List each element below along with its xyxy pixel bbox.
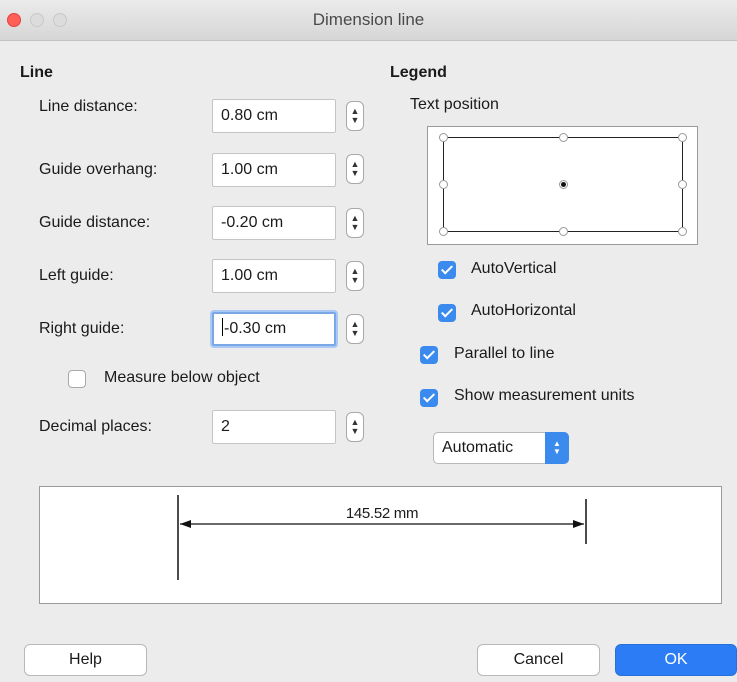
- guide-overhang-label: Guide overhang:: [39, 161, 158, 178]
- parallel-to-line-checkbox[interactable]: [420, 346, 438, 364]
- position-top-right-radio[interactable]: [678, 133, 687, 142]
- measurement-unit-select[interactable]: Automatic ▲ ▼: [433, 432, 569, 464]
- stepper-down-icon: ▼: [350, 328, 360, 338]
- stepper-down-icon: ▼: [350, 426, 360, 436]
- auto-vertical-label: AutoVertical: [471, 260, 557, 277]
- show-units-label: Show measurement units: [454, 387, 635, 404]
- text-position-selector: [427, 126, 698, 245]
- right-guide-label: Right guide:: [39, 320, 125, 337]
- measurement-unit-value: Automatic: [442, 439, 514, 456]
- guide-distance-label: Guide distance:: [39, 214, 151, 231]
- ok-button[interactable]: OK: [615, 644, 737, 676]
- guide-overhang-stepper[interactable]: ▲ ▼: [346, 154, 364, 184]
- left-guide-label: Left guide:: [39, 267, 114, 284]
- position-top-left-radio[interactable]: [439, 133, 448, 142]
- stepper-down-icon: ▼: [350, 222, 360, 232]
- legend-section-heading: Legend: [390, 64, 447, 81]
- right-guide-value: -0.30 cm: [224, 320, 287, 337]
- preview-measurement-text: 145.52 mm: [345, 505, 419, 522]
- position-bottom-center-radio[interactable]: [559, 227, 568, 236]
- text-position-label: Text position: [410, 96, 499, 113]
- position-middle-left-radio[interactable]: [439, 180, 448, 189]
- help-button[interactable]: Help: [24, 644, 147, 676]
- decimal-places-field[interactable]: 2: [212, 410, 336, 444]
- position-bottom-right-radio[interactable]: [678, 227, 687, 236]
- decimal-places-stepper[interactable]: ▲ ▼: [346, 412, 364, 442]
- auto-vertical-checkbox[interactable]: [438, 261, 456, 279]
- dimension-preview: 145.52 mm: [39, 486, 722, 604]
- line-distance-field[interactable]: 0.80 cm: [212, 99, 336, 133]
- guide-overhang-field[interactable]: 1.00 cm: [212, 153, 336, 187]
- auto-horizontal-label: AutoHorizontal: [471, 302, 576, 319]
- stepper-down-icon: ▼: [350, 115, 360, 125]
- text-caret: [222, 318, 223, 336]
- decimal-places-label: Decimal places:: [39, 418, 152, 435]
- select-chevron-icon: ▲ ▼: [545, 432, 569, 464]
- position-bottom-left-radio[interactable]: [439, 227, 448, 236]
- stepper-down-icon: ▼: [350, 168, 360, 178]
- preview-right-arrow-icon: [573, 520, 584, 528]
- title-bar: Dimension line: [0, 0, 737, 41]
- position-middle-right-radio[interactable]: [678, 180, 687, 189]
- parallel-to-line-label: Parallel to line: [454, 345, 555, 362]
- position-top-center-radio[interactable]: [559, 133, 568, 142]
- left-guide-field[interactable]: 1.00 cm: [212, 259, 336, 293]
- preview-left-arrow-icon: [180, 520, 191, 528]
- left-guide-stepper[interactable]: ▲ ▼: [346, 261, 364, 291]
- stepper-down-icon: ▼: [350, 275, 360, 285]
- line-section-heading: Line: [20, 64, 53, 81]
- auto-horizontal-checkbox[interactable]: [438, 304, 456, 322]
- right-guide-field[interactable]: -0.30 cm: [212, 312, 336, 346]
- line-distance-stepper[interactable]: ▲ ▼: [346, 101, 364, 131]
- window-title: Dimension line: [312, 10, 425, 29]
- right-guide-stepper[interactable]: ▲ ▼: [346, 314, 364, 344]
- position-center-radio[interactable]: [559, 180, 568, 189]
- line-distance-label: Line distance:: [39, 98, 138, 115]
- show-units-checkbox[interactable]: [420, 389, 438, 407]
- guide-distance-field[interactable]: -0.20 cm: [212, 206, 336, 240]
- measure-below-checkbox[interactable]: [68, 370, 86, 388]
- cancel-button[interactable]: Cancel: [477, 644, 600, 676]
- guide-distance-stepper[interactable]: ▲ ▼: [346, 208, 364, 238]
- measure-below-label: Measure below object: [104, 369, 260, 386]
